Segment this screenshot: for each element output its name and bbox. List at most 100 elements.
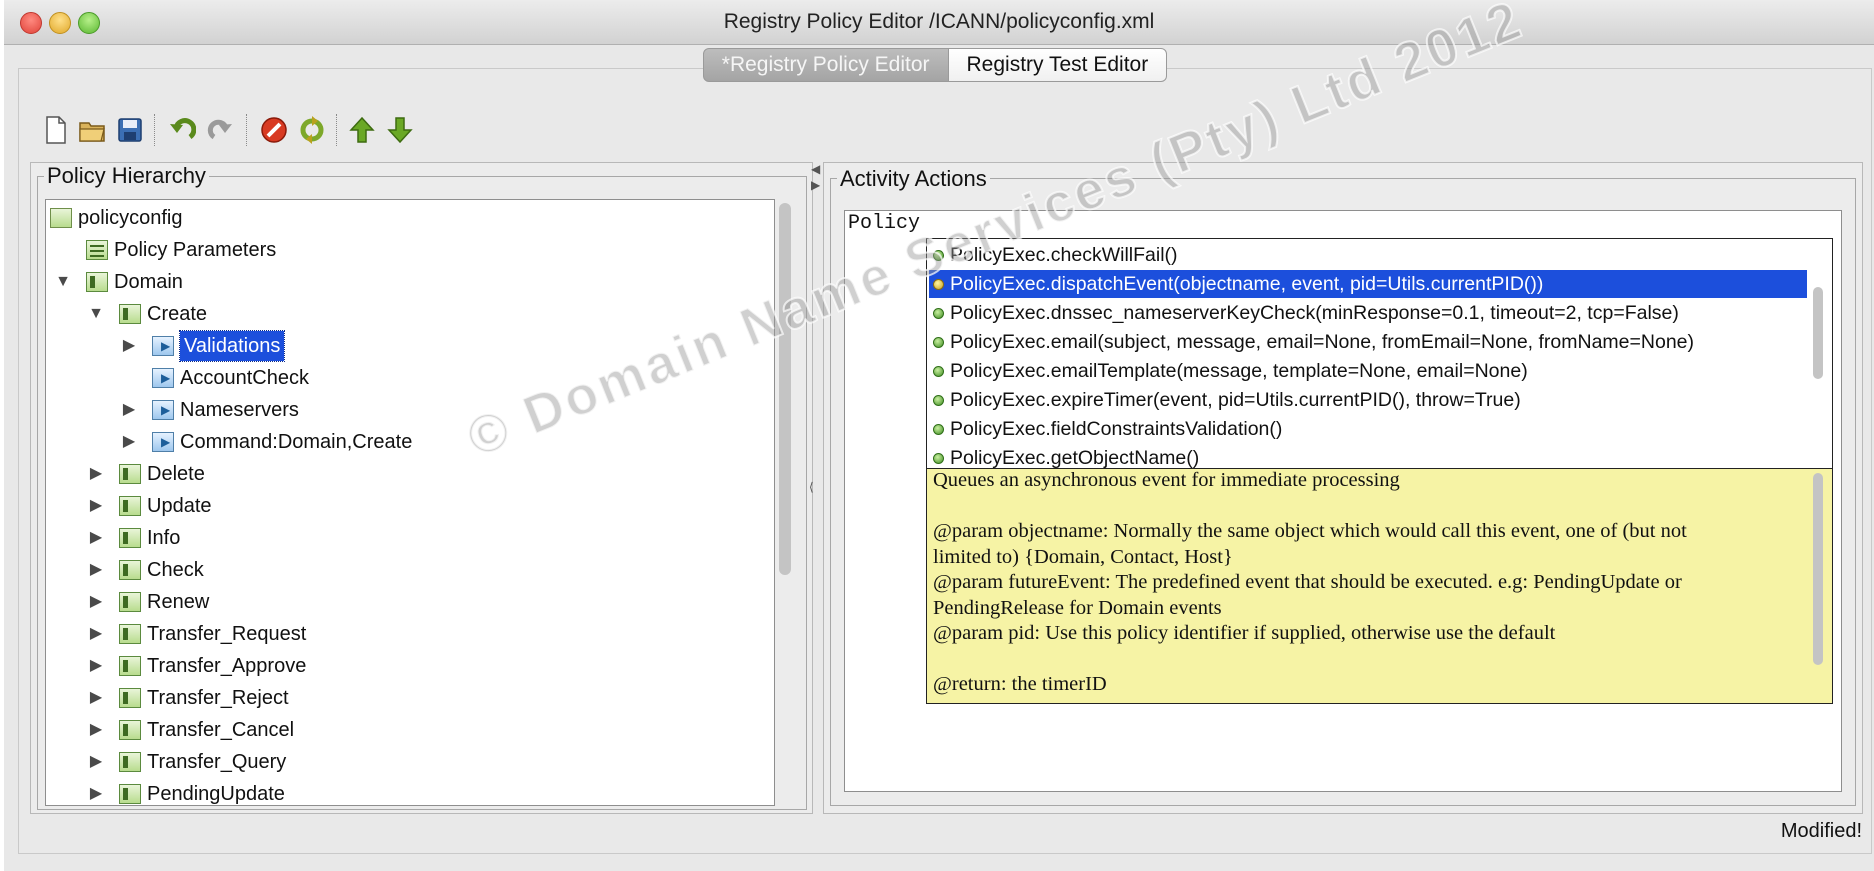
autocomplete-item-label: PolicyExec.getObjectName() [950,447,1200,469]
documentation-scrollbar[interactable] [1813,473,1823,665]
tree-item[interactable]: ▶ Nameservers [120,395,299,425]
new-file-button[interactable] [40,112,72,148]
autocomplete-item[interactable]: PolicyExec.dnssec_nameserverKeyCheck(min… [929,299,1679,327]
tree-item[interactable]: ▶ Transfer_Cancel [87,715,294,745]
collapsed-arrow-icon[interactable]: ▶ [87,683,105,713]
tree-item[interactable]: ▶ Transfer_Query [87,747,286,777]
tree-item[interactable]: Policy Parameters [54,235,276,265]
folder-node-icon [119,784,141,804]
tree-item[interactable]: ▶ Command:Domain,Create [120,427,412,457]
autocomplete-item[interactable]: PolicyExec.getObjectName() [929,444,1200,469]
folder-node-icon [119,592,141,612]
tree-item-label: Command:Domain,Create [180,431,413,453]
collapsed-arrow-icon[interactable]: ▶ [87,747,105,777]
collapsed-arrow-icon[interactable]: ▶ [87,619,105,649]
autocomplete-item[interactable]: PolicyExec.dispatchEvent(objectname, eve… [929,270,1807,298]
method-icon [933,249,944,261]
window-title: Registry Policy Editor /ICANN/policyconf… [723,10,1155,33]
exec-node-icon [152,336,174,356]
panel-splitter[interactable]: ◀ ▶ ⟨ [809,162,823,812]
tree-item[interactable]: ▶ Validations [120,330,286,362]
move-up-button[interactable] [346,112,378,148]
tree-item-label: Update [147,495,212,517]
tree-item[interactable]: ▶ Transfer_Request [87,619,307,649]
move-down-button[interactable] [384,112,416,148]
method-icon [933,452,944,464]
activity-actions-title: Activity Actions [837,166,990,192]
folder-node-icon [86,272,108,292]
autocomplete-item[interactable]: PolicyExec.expireTimer(event, pid=Utils.… [929,386,1521,414]
documentation-line: @return: the timerID [933,673,1107,695]
tree-item[interactable]: ▶ Delete [87,459,205,489]
collapsed-arrow-icon[interactable]: ▶ [87,459,105,489]
autocomplete-item[interactable]: PolicyExec.checkWillFail() [929,241,1178,269]
refresh-button[interactable] [296,112,328,148]
editor-text[interactable]: Policy [848,212,920,235]
tree-item[interactable]: ▶ PendingUpdate [87,779,285,805]
tree-item-label: Transfer_Approve [147,655,307,677]
folder-node-icon [119,720,141,740]
autocomplete-item[interactable]: PolicyExec.fieldConstraintsValidation() [929,415,1282,443]
folder-node-icon [119,496,141,516]
tree-item-label: Domain [114,271,183,293]
autocomplete-item[interactable]: PolicyExec.email(subject, message, email… [929,328,1694,356]
expanded-arrow-icon[interactable]: ▼ [54,267,72,297]
collapsed-arrow-icon[interactable]: ▶ [87,715,105,745]
documentation-line: @param objectname: Normally the same obj… [933,520,1687,542]
autocomplete-list[interactable]: PolicyExec.checkWillFail() PolicyExec.dis… [926,238,1833,470]
editor-tabs: *Registry Policy Editor Registry Test Edi… [0,48,1870,82]
open-folder-icon [79,122,105,142]
folder-node-icon [119,304,141,324]
tree-item[interactable]: AccountCheck [120,363,309,393]
folder-node-icon [119,560,141,580]
stop-button[interactable] [258,112,290,148]
tree-item-label: Info [147,527,181,549]
method-icon [933,278,944,290]
stop-icon [261,117,287,143]
collapsed-arrow-icon[interactable]: ▶ [87,523,105,553]
autocomplete-item-label: PolicyExec.fieldConstraintsValidation() [950,418,1283,440]
collapsed-arrow-icon[interactable]: ▶ [120,427,138,457]
collapsed-arrow-icon[interactable]: ▶ [87,651,105,681]
save-button[interactable] [114,112,146,148]
folder-node-icon [119,688,141,708]
open-button[interactable] [76,112,108,148]
collapsed-arrow-icon[interactable]: ▶ [120,331,138,361]
autocomplete-item[interactable]: PolicyExec.emailTemplate(message, templa… [929,357,1528,385]
folder-node-icon [119,464,141,484]
tree-item[interactable]: ▶ Transfer_Approve [87,651,307,681]
collapsed-arrow-icon[interactable]: ▶ [87,587,105,617]
policy-tree[interactable]: policyconfig Policy Parameters ▼ Domain ▼ Cre… [45,199,775,806]
tree-item[interactable]: ▶ Update [87,491,212,521]
policy-hierarchy-title: Policy Hierarchy [44,163,209,189]
undo-button[interactable] [166,112,198,148]
autocomplete-item-label: PolicyExec.dispatchEvent(objectname, eve… [950,273,1544,295]
autocomplete-scrollbar[interactable] [1813,287,1823,379]
tab-registry-policy-editor[interactable]: *Registry Policy Editor [702,48,949,82]
refresh-icon [300,116,324,144]
tab-registry-test-editor[interactable]: Registry Test Editor [948,48,1168,82]
tree-item[interactable]: ▼ Domain [54,267,183,297]
collapse-right-icon[interactable]: ▶ [811,178,820,192]
move-up-icon [349,116,375,143]
tree-scrollbar[interactable] [779,203,791,575]
tree-item-label: Delete [147,463,205,485]
autocomplete-item-label: PolicyExec.checkWillFail() [950,244,1178,266]
expanded-arrow-icon[interactable]: ▼ [87,299,105,329]
tree-item[interactable]: ▶ Transfer_Reject [87,683,289,713]
tree-item[interactable]: policyconfig [50,203,183,233]
collapsed-arrow-icon[interactable]: ▶ [87,491,105,521]
exec-node-icon [152,432,174,452]
tree-item[interactable]: ▶ Renew [87,587,209,617]
tree-item-label: policyconfig [78,207,183,229]
tree-item[interactable]: ▶ Check [87,555,204,585]
collapsed-arrow-icon[interactable]: ▶ [120,395,138,425]
tree-item-label: Transfer_Query [147,751,287,773]
redo-button[interactable] [204,112,236,148]
tree-item[interactable]: ▼ Create [87,299,207,329]
collapse-left-icon[interactable]: ◀ [811,162,820,176]
collapsed-arrow-icon[interactable]: ▶ [87,779,105,805]
autocomplete-item-label: PolicyExec.expireTimer(event, pid=Utils.… [950,389,1521,411]
collapsed-arrow-icon[interactable]: ▶ [87,555,105,585]
tree-item[interactable]: ▶ Info [87,523,181,553]
